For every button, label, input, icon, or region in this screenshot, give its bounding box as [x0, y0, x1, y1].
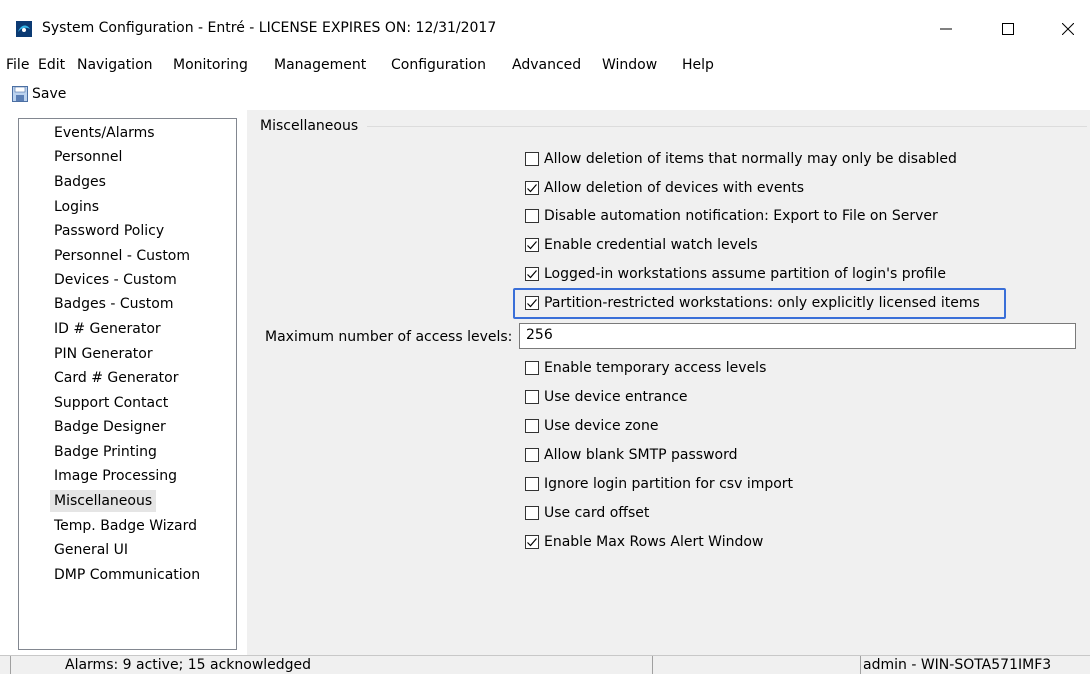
checkmark-icon	[527, 538, 537, 547]
sidebar-item-logins[interactable]: Logins	[50, 196, 103, 218]
option-logged-in-workstations[interactable]: Logged-in workstations assume partition …	[525, 266, 946, 282]
menu-edit[interactable]: Edit	[38, 57, 65, 73]
option-partition-restricted[interactable]: Partition-restricted workstations: only …	[525, 295, 980, 311]
checkbox[interactable]	[525, 419, 539, 433]
menu-monitoring[interactable]: Monitoring	[173, 57, 248, 73]
sidebar-item-image-processing[interactable]: Image Processing	[50, 465, 181, 487]
checkbox[interactable]	[525, 390, 539, 404]
sidebar-item-badges-custom[interactable]: Badges - Custom	[50, 293, 177, 315]
status-divider	[10, 656, 12, 674]
window-title: System Configuration - Entré - LICENSE E…	[42, 20, 497, 36]
sidebar-item-badge-designer[interactable]: Badge Designer	[50, 416, 170, 438]
main-area: Events/Alarms Personnel Badges Logins Pa…	[0, 110, 1090, 655]
menu-window[interactable]: Window	[602, 57, 657, 73]
sidebar-item-badge-printing[interactable]: Badge Printing	[50, 441, 161, 463]
checkbox[interactable]	[525, 181, 539, 195]
sidebar-item-events-alarms[interactable]: Events/Alarms	[50, 122, 159, 144]
option-label: Enable Max Rows Alert Window	[544, 534, 764, 550]
option-enable-max-rows-alert[interactable]: Enable Max Rows Alert Window	[525, 534, 763, 550]
sidebar-item-personnel[interactable]: Personnel	[50, 146, 126, 168]
menu-help[interactable]: Help	[682, 57, 714, 73]
status-alarms: Alarms: 9 active; 15 acknowledged	[65, 657, 312, 673]
option-allow-blank-smtp[interactable]: Allow blank SMTP password	[525, 447, 737, 463]
option-label: Logged-in workstations assume partition …	[544, 266, 946, 282]
option-enable-credential-watch[interactable]: Enable credential watch levels	[525, 237, 758, 253]
checkbox[interactable]	[525, 296, 539, 310]
checkbox[interactable]	[525, 448, 539, 462]
close-button[interactable]	[1048, 12, 1088, 46]
sidebar-item-badges[interactable]: Badges	[50, 171, 110, 193]
status-user: admin - WIN-SOTA571IMF3	[863, 657, 1052, 673]
menu-file[interactable]: File	[6, 57, 29, 73]
status-divider	[652, 656, 654, 674]
sidebar-item-dmp-communication[interactable]: DMP Communication	[50, 564, 204, 586]
checkbox[interactable]	[525, 506, 539, 520]
sidebar-item-personnel-custom[interactable]: Personnel - Custom	[50, 245, 194, 267]
checkmark-icon	[527, 184, 537, 193]
option-use-device-entrance[interactable]: Use device entrance	[525, 389, 688, 405]
sidebar-item-id-generator[interactable]: ID # Generator	[50, 318, 165, 340]
checkbox[interactable]	[525, 209, 539, 223]
settings-panel: Miscellaneous Allow deletion of items th…	[247, 110, 1090, 655]
option-enable-temporary-access[interactable]: Enable temporary access levels	[525, 360, 766, 376]
option-label: Allow deletion of items that normally ma…	[544, 151, 957, 167]
option-label: Disable automation notification: Export …	[544, 208, 938, 224]
sidebar-list[interactable]: Events/Alarms Personnel Badges Logins Pa…	[18, 118, 237, 650]
checkbox[interactable]	[525, 477, 539, 491]
group-title: Miscellaneous	[258, 118, 361, 134]
sidebar-item-pin-generator[interactable]: PIN Generator	[50, 343, 157, 365]
sidebar-item-devices-custom[interactable]: Devices - Custom	[50, 269, 181, 291]
menu-configuration[interactable]: Configuration	[391, 57, 486, 73]
checkbox[interactable]	[525, 238, 539, 252]
sidebar-item-password-policy[interactable]: Password Policy	[50, 220, 168, 242]
option-ignore-login-partition[interactable]: Ignore login partition for csv import	[525, 476, 793, 492]
maximize-icon	[1002, 23, 1014, 35]
status-divider	[860, 656, 862, 674]
option-allow-deletion-devices[interactable]: Allow deletion of devices with events	[525, 180, 804, 196]
option-label: Allow deletion of devices with events	[544, 180, 805, 196]
option-label: Enable temporary access levels	[544, 360, 767, 376]
checkbox[interactable]	[525, 152, 539, 166]
option-use-card-offset[interactable]: Use card offset	[525, 505, 649, 521]
max-access-levels-label: Maximum number of access levels:	[265, 329, 513, 345]
option-allow-deletion-items[interactable]: Allow deletion of items that normally ma…	[525, 151, 957, 167]
minimize-button[interactable]	[926, 12, 966, 46]
max-access-levels-input[interactable]: 256	[519, 323, 1076, 349]
checkmark-icon	[527, 299, 537, 308]
option-label: Ignore login partition for csv import	[544, 476, 794, 492]
checkbox[interactable]	[525, 535, 539, 549]
save-button[interactable]: Save	[12, 86, 66, 102]
menu-management[interactable]: Management	[274, 57, 366, 73]
group-divider	[367, 126, 1087, 127]
floppy-disk-icon	[12, 86, 28, 102]
option-label: Partition-restricted workstations: only …	[544, 295, 980, 311]
sidebar-item-miscellaneous[interactable]: Miscellaneous	[50, 490, 157, 512]
menu-navigation[interactable]: Navigation	[77, 57, 153, 73]
sidebar-item-support-contact[interactable]: Support Contact	[50, 392, 172, 414]
option-disable-automation-notification[interactable]: Disable automation notification: Export …	[525, 208, 938, 224]
sidebar-item-card-generator[interactable]: Card # Generator	[50, 367, 182, 389]
title-bar: System Configuration - Entré - LICENSE E…	[0, 0, 1090, 52]
sidebar-item-general-ui[interactable]: General UI	[50, 539, 132, 561]
checkmark-icon	[527, 241, 537, 250]
status-bar: Alarms: 9 active; 15 acknowledged admin …	[0, 655, 1090, 674]
minimize-icon	[940, 28, 952, 30]
sidebar-item-temp-badge-wizard[interactable]: Temp. Badge Wizard	[50, 515, 201, 537]
option-label: Allow blank SMTP password	[544, 447, 738, 463]
option-label: Use device entrance	[544, 389, 688, 405]
checkbox[interactable]	[525, 361, 539, 375]
app-logo-icon	[16, 21, 32, 37]
close-icon	[1062, 23, 1074, 35]
save-label: Save	[32, 86, 67, 102]
option-label: Enable credential watch levels	[544, 237, 758, 253]
maximize-button[interactable]	[988, 12, 1028, 46]
checkbox[interactable]	[525, 267, 539, 281]
menu-advanced[interactable]: Advanced	[512, 57, 581, 73]
toolbar: Save	[0, 80, 1090, 110]
option-use-device-zone[interactable]: Use device zone	[525, 418, 658, 434]
menu-bar: File Edit Navigation Monitoring Manageme…	[0, 52, 1090, 78]
checkmark-icon	[527, 270, 537, 279]
option-label: Use device zone	[544, 418, 659, 434]
option-label: Use card offset	[544, 505, 650, 521]
